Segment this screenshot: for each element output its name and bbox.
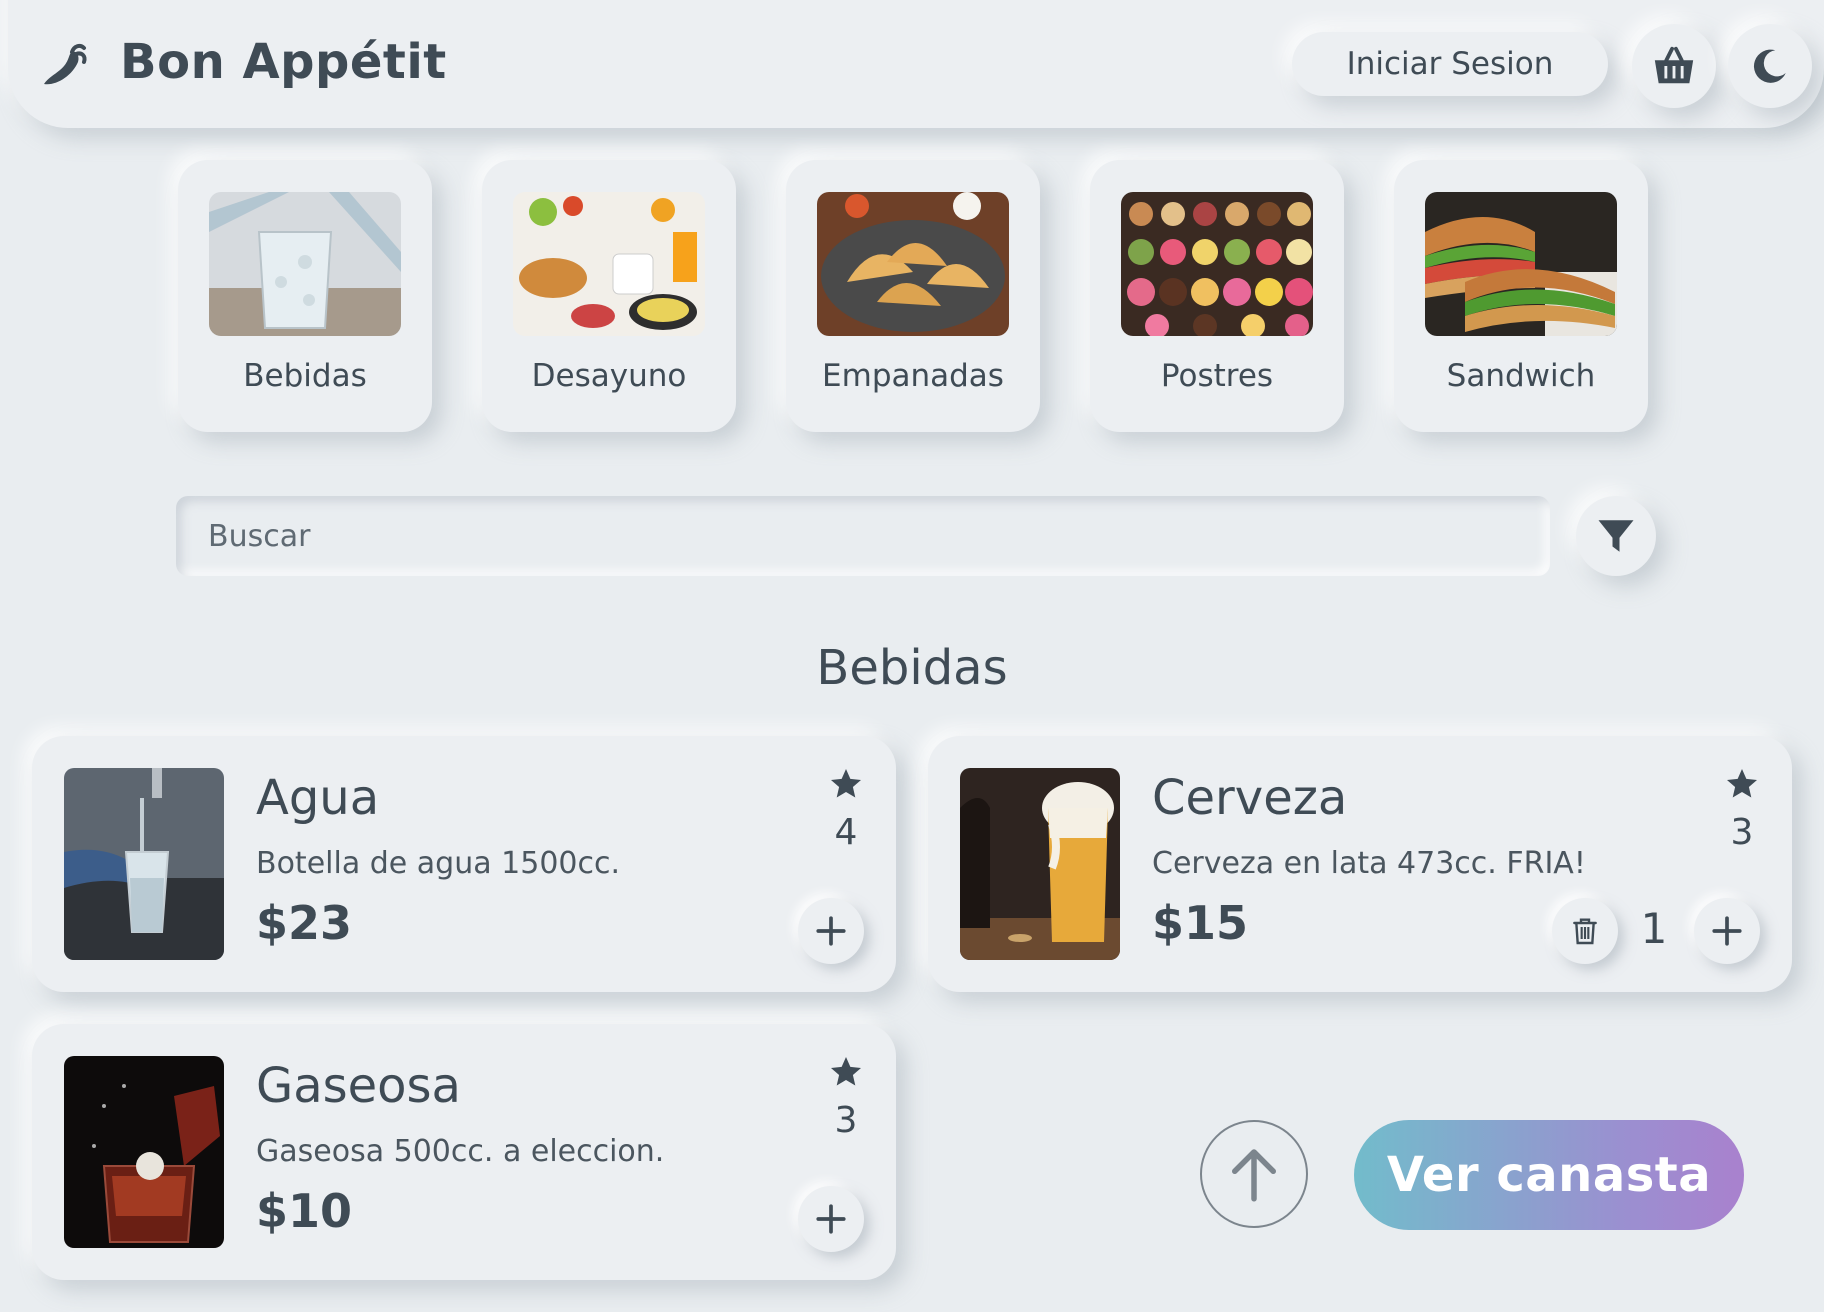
product-image bbox=[960, 768, 1120, 960]
product-quantity: 1 bbox=[1640, 904, 1668, 953]
section-title: Bebidas bbox=[816, 640, 1008, 696]
plus-icon bbox=[1712, 916, 1742, 946]
search-box bbox=[176, 496, 1550, 576]
product-description: Botella de agua 1500cc. bbox=[256, 846, 621, 881]
plus-icon bbox=[816, 1204, 846, 1234]
add-to-cart-button[interactable] bbox=[798, 898, 864, 964]
product-image bbox=[64, 768, 224, 960]
category-label: Empanadas bbox=[822, 358, 1004, 394]
basket-button[interactable] bbox=[1632, 24, 1716, 108]
category-empanadas[interactable]: Empanadas bbox=[786, 160, 1040, 432]
star-icon bbox=[828, 1054, 864, 1090]
search-input[interactable] bbox=[176, 496, 1550, 576]
category-bebidas[interactable]: Bebidas bbox=[178, 160, 432, 432]
filter-icon bbox=[1598, 520, 1634, 552]
product-card-agua: Agua Botella de agua 1500cc. $23 4 bbox=[32, 736, 896, 992]
login-button[interactable]: Iniciar Sesion bbox=[1292, 32, 1608, 96]
brand-title: Bon Appétit bbox=[120, 34, 447, 90]
product-price: $15 bbox=[1152, 896, 1249, 950]
category-image bbox=[513, 192, 705, 336]
category-label: Postres bbox=[1160, 358, 1274, 394]
add-to-cart-button[interactable] bbox=[1694, 898, 1760, 964]
product-description: Gaseosa 500cc. a eleccion. bbox=[256, 1134, 665, 1169]
category-label: Sandwich bbox=[1446, 358, 1596, 394]
category-label: Bebidas bbox=[243, 358, 367, 394]
chili-pepper-icon bbox=[38, 36, 94, 92]
add-to-cart-button[interactable] bbox=[798, 1186, 864, 1252]
app-header: Bon Appétit Iniciar Sesion bbox=[8, 0, 1824, 128]
product-price: $23 bbox=[256, 896, 353, 950]
moon-icon bbox=[1753, 49, 1786, 83]
remove-from-cart-button[interactable] bbox=[1552, 898, 1618, 964]
product-card-gaseosa: Gaseosa Gaseosa 500cc. a eleccion. $10 3 bbox=[32, 1024, 896, 1280]
product-rating: 4 bbox=[834, 812, 858, 853]
category-image bbox=[817, 192, 1009, 336]
arrow-up-icon bbox=[1232, 1149, 1276, 1202]
product-name: Gaseosa bbox=[256, 1058, 461, 1114]
product-price: $10 bbox=[256, 1184, 353, 1238]
theme-toggle-button[interactable] bbox=[1728, 24, 1812, 108]
product-image bbox=[64, 1056, 224, 1248]
category-label: Desayuno bbox=[531, 358, 687, 394]
product-card-cerveza: Cerveza Cerveza en lata 473cc. FRIA! $15… bbox=[928, 736, 1792, 992]
basket-icon bbox=[1654, 46, 1694, 84]
category-image bbox=[1121, 192, 1313, 336]
product-name: Agua bbox=[256, 770, 380, 826]
scroll-to-top-button[interactable] bbox=[1200, 1120, 1308, 1228]
category-sandwich[interactable]: Sandwich bbox=[1394, 160, 1648, 432]
star-icon bbox=[1724, 766, 1760, 802]
category-image bbox=[1425, 192, 1617, 336]
product-rating: 3 bbox=[834, 1100, 858, 1141]
trash-icon bbox=[1573, 918, 1597, 945]
star-icon bbox=[828, 766, 864, 802]
category-image bbox=[209, 192, 401, 336]
plus-icon bbox=[816, 916, 846, 946]
category-desayuno[interactable]: Desayuno bbox=[482, 160, 736, 432]
view-basket-button[interactable]: Ver canasta bbox=[1354, 1120, 1744, 1230]
category-postres[interactable]: Postres bbox=[1090, 160, 1344, 432]
product-name: Cerveza bbox=[1152, 770, 1348, 826]
filter-button[interactable] bbox=[1576, 496, 1656, 576]
product-description: Cerveza en lata 473cc. FRIA! bbox=[1152, 846, 1586, 881]
product-rating: 3 bbox=[1730, 812, 1754, 853]
